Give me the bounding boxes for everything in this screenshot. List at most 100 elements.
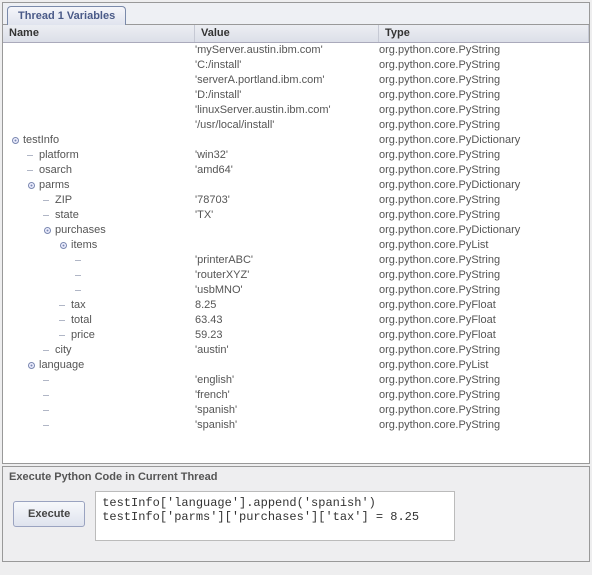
tree-leaf-icon [43,376,52,385]
tree-leaf-icon [43,346,52,355]
expand-toggle-icon[interactable] [27,361,36,370]
variables-panel: Thread 1 Variables Name Value Type 'mySe… [2,2,590,464]
column-header-name[interactable]: Name [3,25,195,42]
cell-name: parms [3,178,195,193]
cell-value: 63.43 [195,313,379,328]
node-label: city [55,343,72,358]
node-label: testInfo [23,133,59,148]
table-row[interactable]: parmsorg.python.core.PyDictionary [3,178,589,193]
table-row[interactable]: '/usr/local/install'org.python.core.PySt… [3,118,589,133]
cell-type: org.python.core.PyString [379,283,589,298]
cell-value: 59.23 [195,328,379,343]
tree-leaf-icon [43,211,52,220]
node-label: parms [39,178,70,193]
cell-name [3,43,195,58]
cell-name: language [3,358,195,373]
table-body[interactable]: 'myServer.austin.ibm.com'org.python.core… [3,43,589,463]
tree-leaf-icon [43,406,52,415]
cell-value: 'C:/install' [195,58,379,73]
table-row[interactable]: 'serverA.portland.ibm.com'org.python.cor… [3,73,589,88]
column-header-value[interactable]: Value [195,25,379,42]
cell-value: 'win32' [195,148,379,163]
cell-name [3,58,195,73]
cell-value: 'spanish' [195,403,379,418]
cell-name: total [3,313,195,328]
tab-thread-variables[interactable]: Thread 1 Variables [7,6,126,25]
table-row[interactable]: itemsorg.python.core.PyList [3,238,589,253]
cell-type: org.python.core.PyString [379,43,589,58]
node-label: purchases [55,223,106,238]
tree-leaf-icon [75,271,84,280]
cell-type: org.python.core.PyString [379,148,589,163]
table-row[interactable]: 'printerABC'org.python.core.PyString [3,253,589,268]
expand-toggle-icon[interactable] [11,136,20,145]
cell-type: org.python.core.PyFloat [379,328,589,343]
cell-name: ZIP [3,193,195,208]
table-row[interactable]: price 59.23org.python.core.PyFloat [3,328,589,343]
cell-value: 8.25 [195,298,379,313]
tree-leaf-icon [75,286,84,295]
tree-line [59,91,68,100]
table-row[interactable]: 'C:/install'org.python.core.PyString [3,58,589,73]
cell-type: org.python.core.PyString [379,58,589,73]
table-row[interactable]: total63.43org.python.core.PyFloat [3,313,589,328]
cell-name [3,403,195,418]
cell-type: org.python.core.PyFloat [379,298,589,313]
table-header: Name Value Type [3,25,589,43]
tree-line [59,76,68,85]
tree-leaf-icon [59,301,68,310]
cell-type: org.python.core.PyString [379,118,589,133]
cell-value [195,358,379,373]
node-label: price [71,328,95,343]
node-label: state [55,208,79,223]
cell-name: price [3,328,195,343]
cell-name [3,118,195,133]
cell-type: org.python.core.PyString [379,388,589,403]
cell-value: 'english' [195,373,379,388]
cell-name [3,418,195,433]
cell-type: org.python.core.PyString [379,208,589,223]
table-row[interactable]: 'spanish'org.python.core.PyString [3,418,589,433]
table-row[interactable]: state'TX'org.python.core.PyString [3,208,589,223]
table-row[interactable]: platform'win32'org.python.core.PyString [3,148,589,163]
tree-leaf-icon [27,166,36,175]
cell-value: 'usbMNO' [195,283,379,298]
table-row[interactable]: osarch'amd64'org.python.core.PyString [3,163,589,178]
cell-value: 'myServer.austin.ibm.com' [195,43,379,58]
table-row[interactable]: 'routerXYZ'org.python.core.PyString [3,268,589,283]
cell-value [195,238,379,253]
cell-name [3,253,195,268]
table-row[interactable]: ZIP'78703'org.python.core.PyString [3,193,589,208]
expand-toggle-icon[interactable] [59,241,68,250]
cell-value: 'austin' [195,343,379,358]
tree-line [59,106,68,115]
code-input[interactable]: testInfo['language'].append('spanish') t… [95,491,455,541]
cell-type: org.python.core.PyFloat [379,313,589,328]
execute-button[interactable]: Execute [13,501,85,527]
cell-type: org.python.core.PyString [379,253,589,268]
expand-toggle-icon[interactable] [27,181,36,190]
table-row[interactable]: 'french'org.python.core.PyString [3,388,589,403]
table-row[interactable]: 'usbMNO'org.python.core.PyString [3,283,589,298]
table-row[interactable]: purchasesorg.python.core.PyDictionary [3,223,589,238]
cell-name [3,268,195,283]
cell-value: 'printerABC' [195,253,379,268]
table-row[interactable]: 'D:/install'org.python.core.PyString [3,88,589,103]
cell-name [3,88,195,103]
table-row[interactable]: 'spanish'org.python.core.PyString [3,403,589,418]
expand-toggle-icon[interactable] [43,226,52,235]
column-header-type[interactable]: Type [379,25,589,42]
table-row[interactable]: testInfoorg.python.core.PyDictionary [3,133,589,148]
cell-name: tax [3,298,195,313]
table-row[interactable]: 'english'org.python.core.PyString [3,373,589,388]
table-row[interactable]: tax8.25org.python.core.PyFloat [3,298,589,313]
table-row[interactable]: 'myServer.austin.ibm.com'org.python.core… [3,43,589,58]
cell-name: items [3,238,195,253]
table-row[interactable]: 'linuxServer.austin.ibm.com'org.python.c… [3,103,589,118]
cell-value: 'serverA.portland.ibm.com' [195,73,379,88]
tree-line [59,121,68,130]
table-row[interactable]: languageorg.python.core.PyList [3,358,589,373]
tree-line [59,46,68,55]
node-label: osarch [39,163,72,178]
table-row[interactable]: city'austin'org.python.core.PyString [3,343,589,358]
